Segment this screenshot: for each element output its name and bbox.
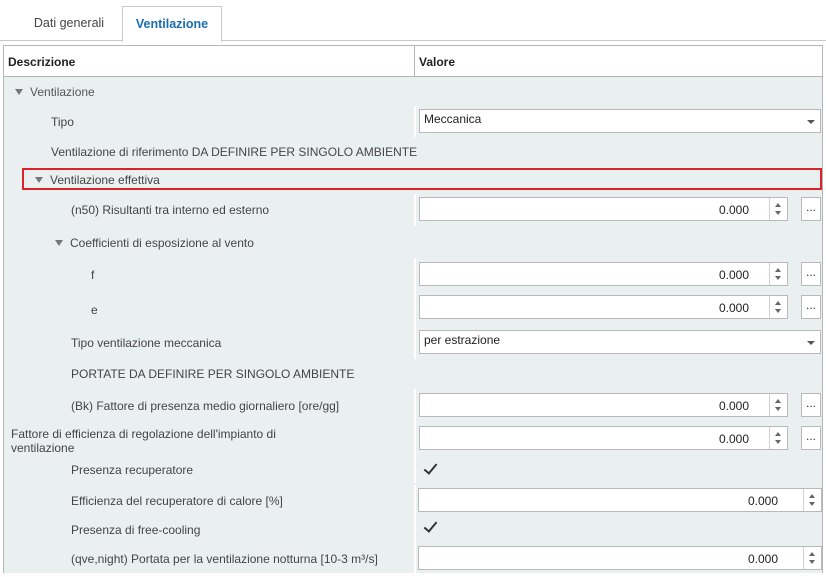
- row-fattore-label-wrap: Fattore di efficienza di regolazione del…: [11, 427, 276, 455]
- f-input[interactable]: 0.000: [419, 262, 788, 286]
- row-coefficienti-label-wrap: Coefficienti di esposizione al vento: [55, 236, 254, 250]
- spinner[interactable]: [803, 489, 821, 511]
- f-ellipsis-button[interactable]: ...: [801, 262, 821, 286]
- row-bk[interactable]: (Bk) Fattore di presenza medio giornalie…: [4, 389, 822, 423]
- row-n50[interactable]: (n50) Risultanti tra interno ed esterno …: [4, 194, 822, 226]
- row-label: Efficienza del recuperatore di calore [%…: [71, 493, 283, 508]
- spin-down-icon[interactable]: [775, 211, 781, 215]
- spin-up-icon[interactable]: [809, 494, 815, 498]
- spin-up-icon[interactable]: [775, 268, 781, 272]
- row-ventilazione-label-wrap: Ventilazione: [15, 85, 95, 99]
- row-label: Ventilazione effettiva: [50, 172, 160, 187]
- bk-input[interactable]: 0.000: [419, 393, 788, 417]
- expand-arrow-icon[interactable]: [55, 240, 63, 246]
- efficienza-recuperatore-value: 0.000: [747, 494, 778, 508]
- row-label: Presenza recuperatore: [71, 463, 194, 477]
- row-f[interactable]: f 0.000 ...: [4, 258, 822, 292]
- row-qve-night[interactable]: (qve,night) Portata per la ventilazione …: [4, 543, 822, 574]
- row-coefficienti[interactable]: Coefficienti di esposizione al vento: [4, 228, 822, 258]
- presenza-recuperatore-checkbox[interactable]: [422, 461, 438, 477]
- row-label: Tipo: [51, 114, 74, 129]
- row-tipo[interactable]: Tipo Meccanica: [4, 106, 822, 137]
- spinner[interactable]: [769, 198, 787, 220]
- grid-header: Descrizione Valore: [4, 46, 822, 77]
- efficienza-recuperatore-input[interactable]: 0.000: [418, 488, 822, 512]
- fattore-ellipsis-button[interactable]: ...: [801, 426, 821, 450]
- tab-bar: Dati generali Ventilazione: [0, 0, 826, 42]
- header-descrizione[interactable]: Descrizione: [4, 46, 415, 76]
- spin-up-icon[interactable]: [775, 301, 781, 305]
- row-tipo-meccanica[interactable]: Tipo ventilazione meccanica per estrazio…: [4, 327, 822, 359]
- row-ventilazione[interactable]: Ventilazione: [4, 77, 822, 106]
- row-label: (qve,night) Portata per la ventilazione …: [71, 551, 378, 566]
- row-ventilazione-effettiva[interactable]: Ventilazione effettiva: [4, 167, 822, 192]
- row-free-cooling[interactable]: Presenza di free-cooling: [4, 516, 822, 543]
- row-efficienza-recuperatore[interactable]: Efficienza del recuperatore di calore [%…: [4, 485, 822, 516]
- tab-dati-generali[interactable]: Dati generali: [18, 6, 120, 41]
- fattore-efficienza-value: 0.000: [718, 432, 749, 446]
- spin-up-icon[interactable]: [775, 432, 781, 436]
- spin-up-icon[interactable]: [775, 399, 781, 403]
- spin-down-icon[interactable]: [775, 407, 781, 411]
- row-label: Ventilazione di riferimento DA DEFINIRE …: [51, 144, 418, 159]
- header-valore[interactable]: Valore: [415, 46, 822, 76]
- row-label: e: [91, 302, 98, 317]
- spin-down-icon[interactable]: [809, 560, 815, 564]
- spinner[interactable]: [803, 547, 821, 569]
- n50-ellipsis-button[interactable]: ...: [801, 197, 821, 221]
- fattore-efficienza-input[interactable]: 0.000: [419, 426, 788, 450]
- tipo-select-value: Meccanica: [424, 112, 482, 126]
- row-portate[interactable]: PORTATE DA DEFINIRE PER SINGOLO AMBIENTE: [4, 359, 822, 389]
- e-ellipsis-button[interactable]: ...: [801, 295, 821, 319]
- tipo-meccanica-value: per estrazione: [424, 333, 501, 347]
- row-fattore-efficienza[interactable]: Fattore di efficienza di regolazione del…: [4, 423, 822, 457]
- row-label: (n50) Risultanti tra interno ed esterno: [71, 203, 270, 217]
- property-grid: Descrizione Valore Ventilazione Tipo Mec…: [3, 45, 823, 574]
- spinner[interactable]: [769, 394, 787, 416]
- free-cooling-checkbox[interactable]: [422, 519, 438, 535]
- row-effettiva-label-wrap: Ventilazione effettiva: [35, 173, 160, 187]
- spin-down-icon[interactable]: [775, 309, 781, 313]
- chevron-down-icon: [807, 120, 815, 124]
- row-label: Ventilazione: [30, 84, 95, 99]
- row-label: Presenza di free-cooling: [71, 522, 201, 537]
- expand-arrow-icon[interactable]: [35, 176, 43, 183]
- row-ventilazione-riferimento[interactable]: Ventilazione di riferimento DA DEFINIRE …: [4, 137, 822, 166]
- tipo-meccanica-select[interactable]: per estrazione: [419, 330, 821, 354]
- row-presenza-recuperatore[interactable]: Presenza recuperatore: [4, 457, 822, 483]
- tipo-select[interactable]: Meccanica: [419, 109, 821, 133]
- row-label: Tipo ventilazione meccanica: [71, 336, 222, 350]
- spin-up-icon[interactable]: [809, 552, 815, 556]
- row-label: Coefficienti di esposizione al vento: [70, 236, 254, 250]
- bk-value: 0.000: [718, 399, 749, 413]
- row-label-line2: ventilazione: [11, 441, 75, 455]
- bk-ellipsis-button[interactable]: ...: [801, 393, 821, 417]
- row-label: f: [91, 268, 95, 282]
- spin-up-icon[interactable]: [775, 203, 781, 207]
- row-label-line1: Fattore di efficienza di regolazione del…: [11, 427, 276, 441]
- spin-down-icon[interactable]: [775, 440, 781, 444]
- row-label: PORTATE DA DEFINIRE PER SINGOLO AMBIENTE: [71, 367, 355, 381]
- spin-down-icon[interactable]: [775, 276, 781, 280]
- tab-ventilazione[interactable]: Ventilazione: [122, 6, 222, 42]
- spinner[interactable]: [769, 263, 787, 285]
- qve-night-value: 0.000: [747, 552, 778, 566]
- spinner[interactable]: [769, 296, 787, 318]
- expand-arrow-icon[interactable]: [15, 88, 23, 95]
- n50-input[interactable]: 0.000: [419, 197, 788, 221]
- e-value: 0.000: [718, 301, 749, 315]
- spin-down-icon[interactable]: [809, 502, 815, 506]
- spinner[interactable]: [769, 427, 787, 449]
- qve-night-input[interactable]: 0.000: [418, 546, 822, 570]
- e-input[interactable]: 0.000: [419, 295, 788, 319]
- f-value: 0.000: [718, 268, 749, 282]
- chevron-down-icon: [807, 341, 815, 345]
- row-label: (Bk) Fattore di presenza medio giornalie…: [71, 399, 340, 413]
- row-e[interactable]: e 0.000 ...: [4, 292, 822, 327]
- n50-value: 0.000: [718, 203, 749, 217]
